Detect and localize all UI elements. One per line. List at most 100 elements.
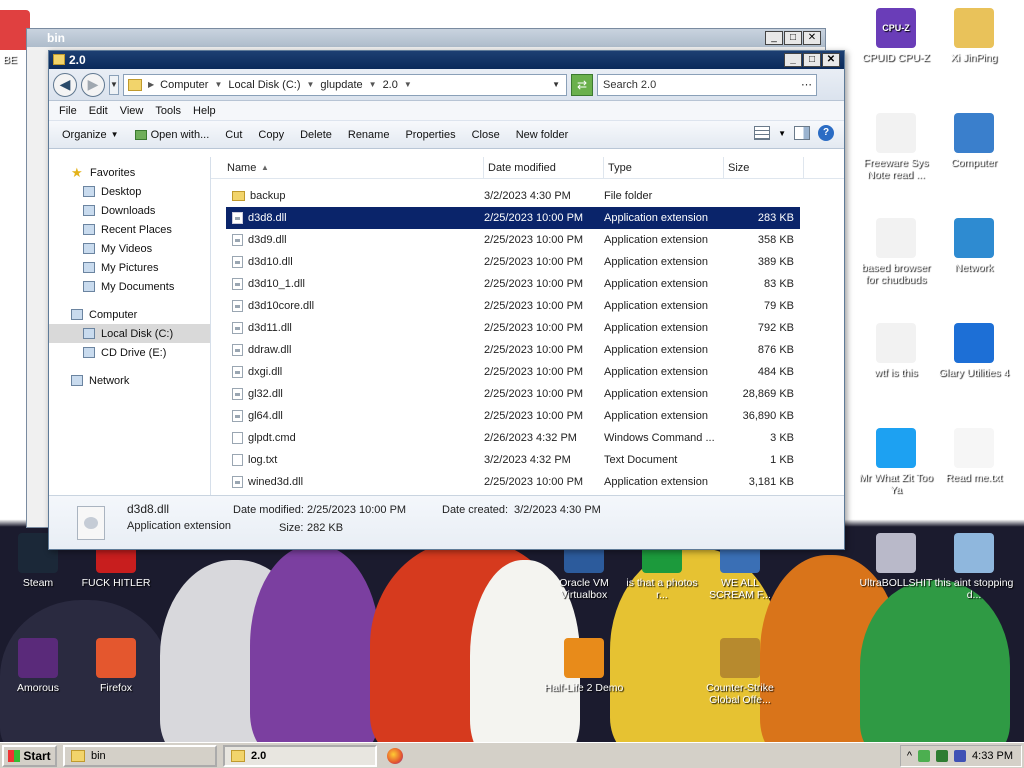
file-row[interactable]: backup 3/2/2023 4:30 PM File folder — [226, 185, 800, 207]
desktop-icon[interactable]: Glary Utilities 4 — [934, 323, 1014, 379]
chevron-right-icon[interactable]: ▼ — [214, 80, 222, 89]
nav-network[interactable]: Network — [49, 371, 210, 390]
desktop-icon[interactable]: wtf is this — [856, 323, 936, 379]
preview-pane-icon[interactable] — [794, 126, 810, 140]
breadcrumb-item[interactable]: Computer — [160, 79, 208, 91]
maximize-icon[interactable]: □ — [784, 31, 802, 45]
network-icon[interactable] — [918, 750, 931, 762]
refresh-button[interactable]: ⇄ — [571, 73, 593, 96]
window-titlebar[interactable]: 2.0 _ □ ✕ — [49, 51, 844, 69]
maximize-button[interactable]: □ — [803, 53, 821, 67]
desktop-icon[interactable]: Counter-Strike Global Offe... — [700, 638, 780, 706]
view-options-icon[interactable] — [754, 126, 771, 140]
help-icon[interactable]: ? — [818, 125, 834, 141]
menu-item-view[interactable]: View — [114, 105, 150, 117]
rename-button[interactable]: Rename — [341, 129, 397, 141]
file-row[interactable]: d3d8.dll 2/25/2023 10:00 PM Application ex… — [226, 207, 800, 229]
open-with-button[interactable]: Open with... — [128, 129, 217, 141]
column-type[interactable]: Type — [604, 157, 724, 178]
taskbar-item-bin[interactable]: bin — [63, 744, 217, 767]
desktop-icon[interactable]: Firefox — [76, 638, 156, 694]
file-row[interactable]: gl32.dll 2/25/2023 10:00 PM Application ex… — [226, 383, 800, 405]
nav-item-drive[interactable]: CD Drive (E:) — [49, 343, 210, 362]
nav-computer[interactable]: Computer — [49, 305, 210, 324]
minimize-icon[interactable]: _ — [765, 31, 783, 45]
start-button[interactable]: Start — [2, 744, 57, 767]
search-input[interactable]: Search 2.0 ⋯ — [597, 73, 817, 96]
clock[interactable]: 4:33 PM — [972, 750, 1013, 762]
file-row[interactable]: d3d10core.dll 2/25/2023 10:00 PM Applicati… — [226, 295, 800, 317]
delete-button[interactable]: Delete — [293, 129, 339, 141]
file-row[interactable]: glpdt.cmd 2/26/2023 4:32 PM Windows Comman… — [226, 427, 800, 449]
column-name[interactable]: Name ▲ — [211, 157, 484, 178]
copy-button[interactable]: Copy — [251, 129, 291, 141]
cut-button[interactable]: Cut — [218, 129, 249, 141]
desktop-icon[interactable]: Half-Life 2 Demo — [544, 638, 624, 694]
chevron-right-icon[interactable]: ▼ — [307, 80, 315, 89]
desktop-icon[interactable]: Network — [934, 218, 1014, 274]
menu-item-edit[interactable]: Edit — [83, 105, 114, 117]
menu-item-help[interactable]: Help — [187, 105, 222, 117]
search-icon[interactable]: ⋯ — [801, 78, 812, 91]
taskbar-item-2-0[interactable]: 2.0 — [223, 744, 377, 767]
file-size: 389 KB — [757, 256, 794, 268]
nav-item-my-videos[interactable]: My Videos — [49, 239, 210, 258]
file-row[interactable]: dxgi.dll 2/25/2023 10:00 PM Application ex… — [226, 361, 800, 383]
file-row[interactable]: wined3d.dll 2/25/2023 10:00 PM Application… — [226, 471, 800, 493]
properties-button[interactable]: Properties — [398, 129, 462, 141]
menu-item-file[interactable]: File — [53, 105, 83, 117]
file-row[interactable]: log.txt 3/2/2023 4:32 PM Text Document 1 KB — [226, 449, 800, 471]
breadcrumb-item[interactable]: glupdate — [320, 79, 362, 91]
folder-icon — [83, 281, 95, 292]
forward-button[interactable]: ▶ — [81, 72, 105, 97]
organize-button[interactable]: Organize ▼ — [55, 129, 126, 141]
close-button[interactable]: Close — [465, 129, 507, 141]
battery-icon[interactable] — [954, 750, 967, 762]
bin-window-title[interactable]: bin — [27, 29, 825, 47]
nav-favorites[interactable]: ★ Favorites — [49, 163, 210, 182]
menu-item-tools[interactable]: Tools — [149, 105, 187, 117]
file-row[interactable]: gl64.dll 2/25/2023 10:00 PM Application ex… — [226, 405, 800, 427]
file-row[interactable]: d3d9.dll 2/25/2023 10:00 PM Application ex… — [226, 229, 800, 251]
nav-item-my-pictures[interactable]: My Pictures — [49, 258, 210, 277]
nav-item-recent-places[interactable]: Recent Places — [49, 220, 210, 239]
file-name: gl32.dll — [248, 388, 283, 400]
file-row[interactable]: d3d11.dll 2/25/2023 10:00 PM Application e… — [226, 317, 800, 339]
nav-item-my-documents[interactable]: My Documents — [49, 277, 210, 296]
close-button[interactable]: ✕ — [822, 53, 840, 67]
desktop-icon[interactable]: this aint stopping d... — [934, 533, 1014, 601]
recent-pages-dropdown[interactable]: ▼ — [109, 74, 119, 95]
nav-item-drive[interactable]: Local Disk (C:) — [49, 324, 210, 343]
chevron-right-icon[interactable]: ▼ — [369, 80, 377, 89]
file-row[interactable]: d3d10_1.dll 2/25/2023 10:00 PM Application… — [226, 273, 800, 295]
desktop-icon[interactable]: CPU-Z CPUID CPU-Z — [856, 8, 936, 64]
desktop-icon[interactable]: Freeware Sys Note read ... — [856, 113, 936, 181]
file-row[interactable]: d3d10.dll 2/25/2023 10:00 PM Application e… — [226, 251, 800, 273]
chevron-right-icon[interactable]: ▶ — [148, 80, 154, 89]
breadcrumb[interactable]: ▶ Computer ▼ Local Disk (C:) ▼ glupdate ▼ 2.0 ▼… — [123, 73, 567, 96]
show-hidden-icons-button[interactable]: ^ — [907, 750, 912, 762]
new-folder-button[interactable]: New folder — [509, 129, 576, 141]
volume-icon[interactable] — [936, 750, 949, 762]
desktop-icon[interactable]: Read me.txt — [934, 428, 1014, 484]
breadcrumb-item[interactable]: 2.0 — [383, 79, 398, 91]
minimize-button[interactable]: _ — [784, 53, 802, 67]
column-date-modified[interactable]: Date modified — [484, 157, 604, 178]
column-size[interactable]: Size — [724, 157, 804, 178]
file-row[interactable]: ddraw.dll 2/25/2023 10:00 PM Application e… — [226, 339, 800, 361]
chevron-down-icon[interactable]: ▼ — [552, 80, 560, 89]
breadcrumb-item[interactable]: Local Disk (C:) — [228, 79, 300, 91]
chevron-down-icon[interactable]: ▼ — [778, 129, 786, 138]
desktop-icon[interactable]: Amorous — [0, 638, 78, 694]
desktop-icon[interactable]: Mr What Zit Too Ya — [856, 428, 936, 496]
firefox-icon[interactable] — [387, 747, 403, 764]
nav-item-downloads[interactable]: Downloads — [49, 201, 210, 220]
desktop-icon[interactable]: UltraBOLLSHIT — [856, 533, 936, 589]
chevron-right-icon[interactable]: ▼ — [404, 80, 412, 89]
nav-item-desktop[interactable]: Desktop — [49, 182, 210, 201]
desktop-icon[interactable]: Computer — [934, 113, 1014, 169]
desktop-icon[interactable]: based browser for chudbuds — [856, 218, 936, 286]
back-button[interactable]: ◀ — [53, 72, 77, 97]
close-icon[interactable]: ✕ — [803, 31, 821, 45]
desktop-icon[interactable]: Xi JinPing — [934, 8, 1014, 64]
